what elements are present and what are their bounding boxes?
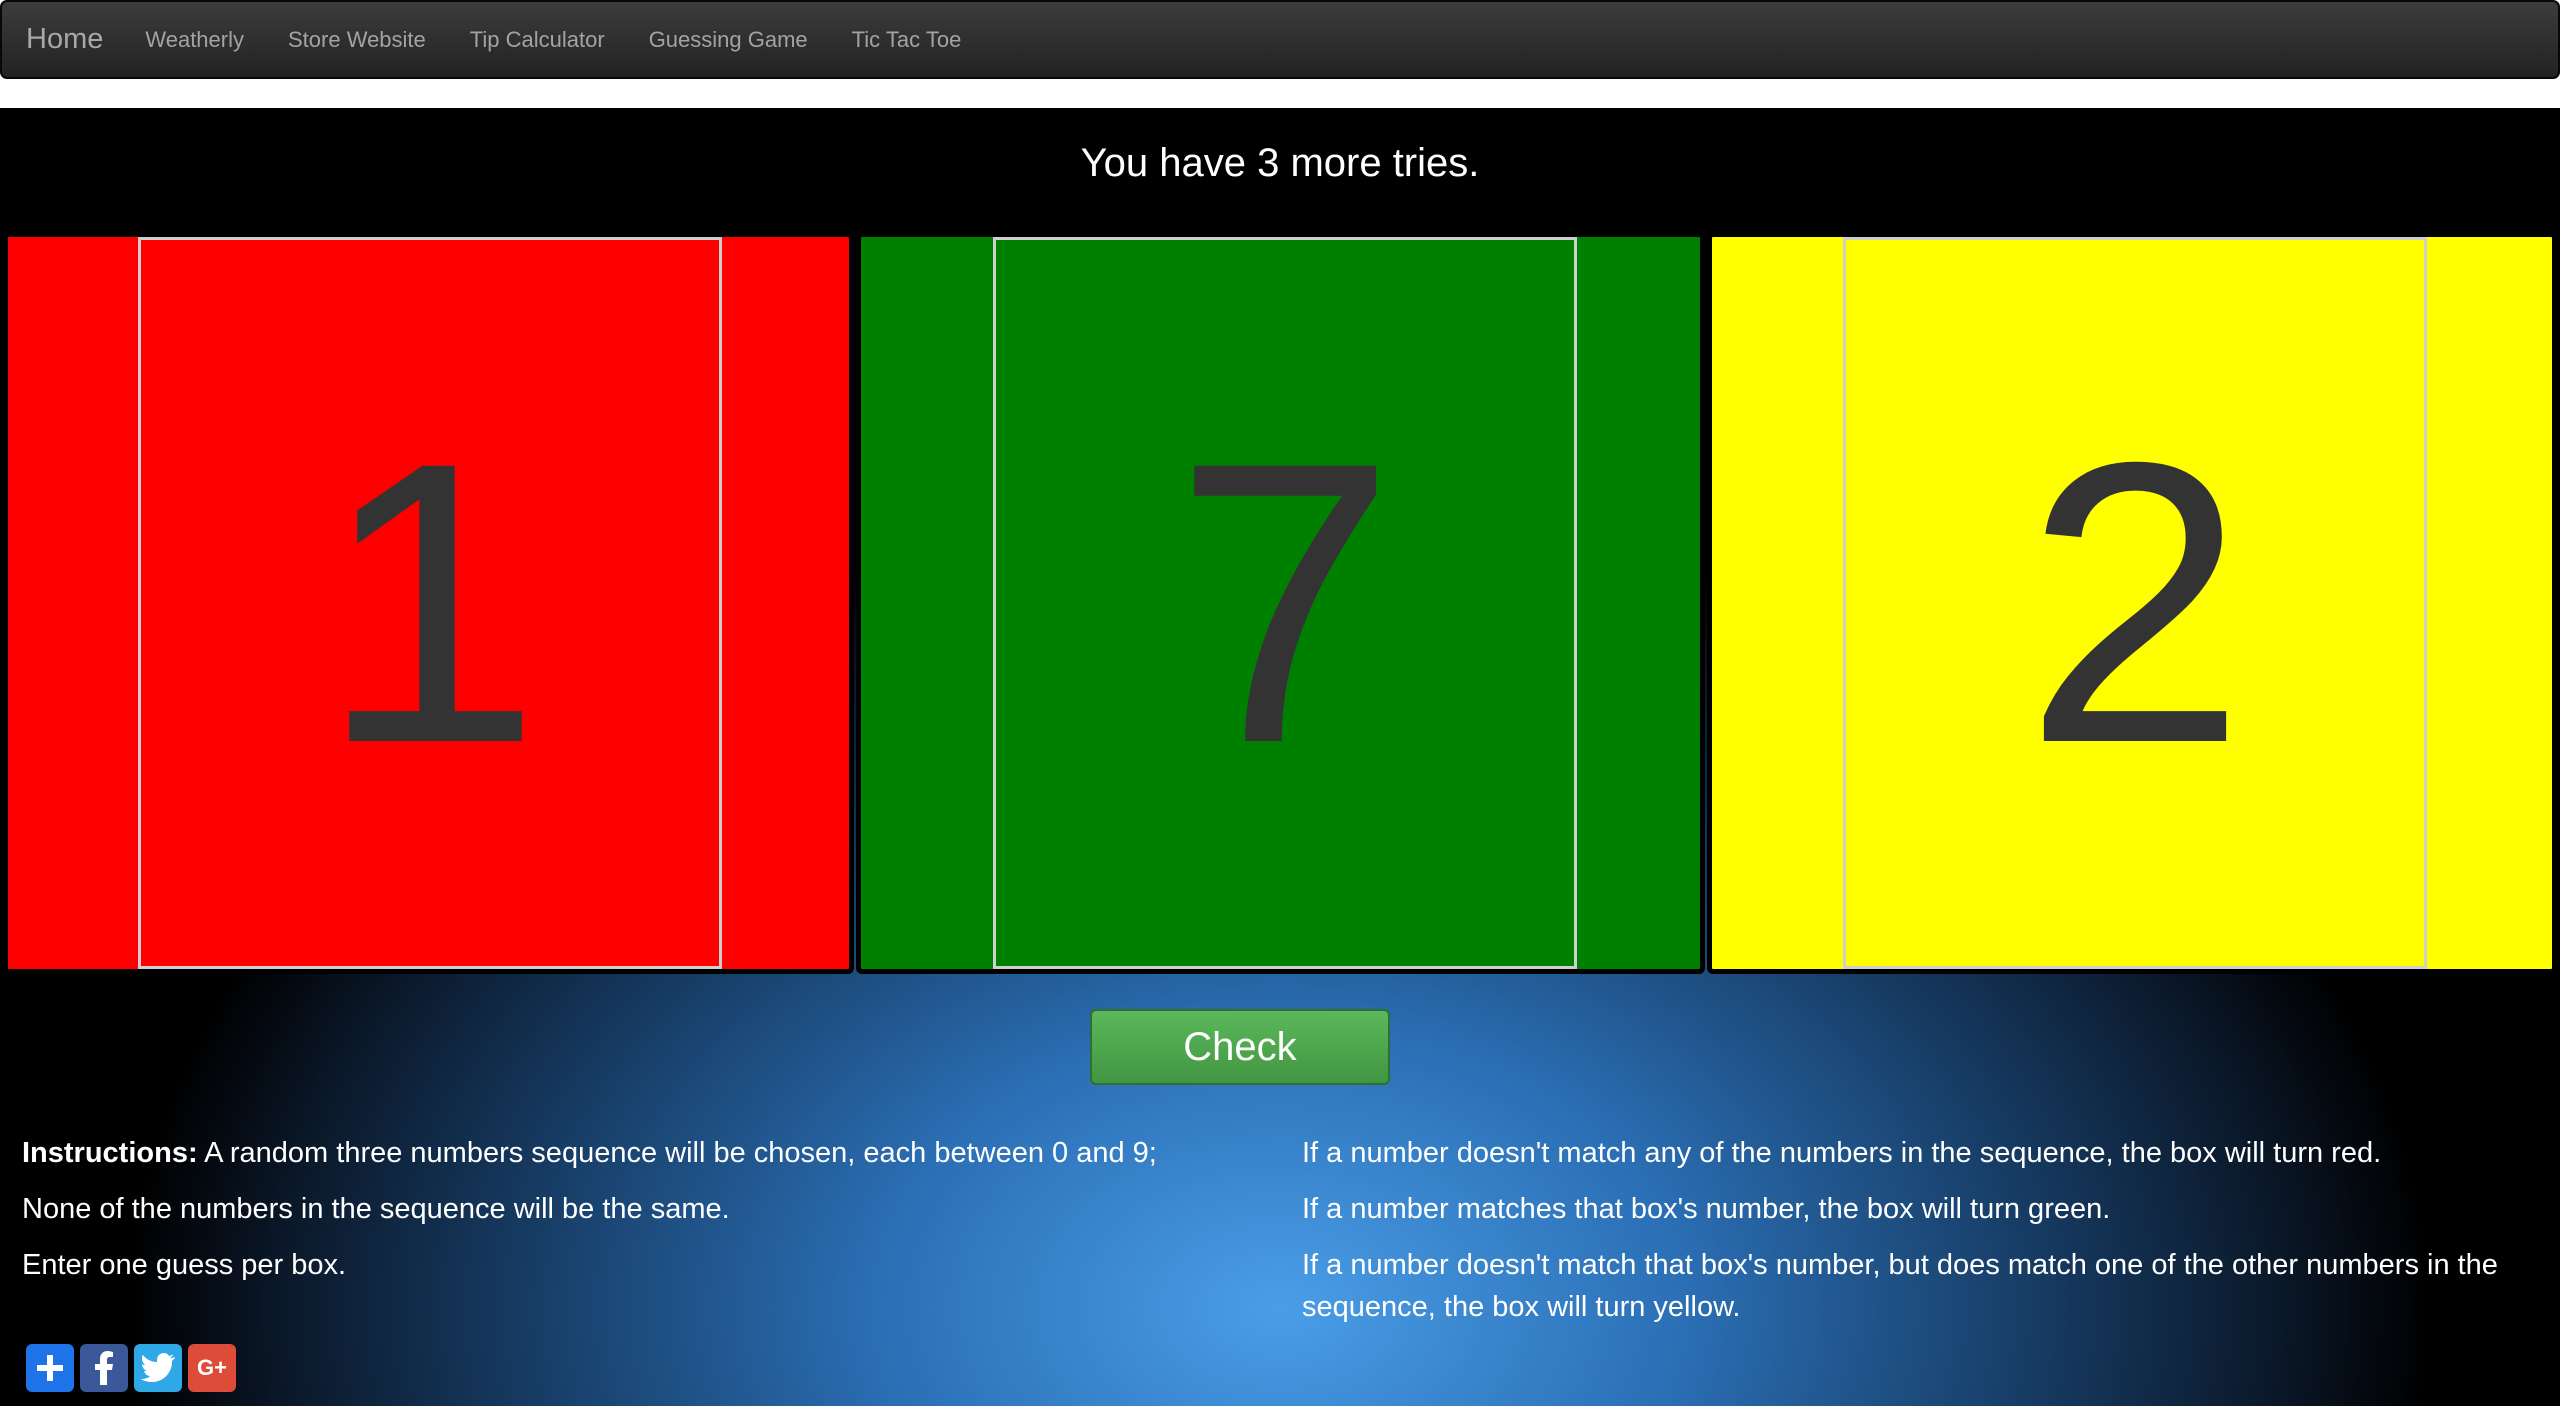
instructions-line-2: None of the numbers in the sequence will…	[22, 1193, 730, 1225]
nav-link-guessing-game[interactable]: Guessing Game	[627, 27, 830, 53]
twitter-icon[interactable]	[134, 1344, 182, 1392]
google-plus-icon[interactable]: G+	[188, 1344, 236, 1392]
instructions-left: Instructions: A random three numbers seq…	[22, 1132, 1242, 1300]
instructions-label: Instructions:	[22, 1137, 198, 1169]
instructions-line-3: Enter one guess per box.	[22, 1249, 347, 1281]
tries-remaining-text: You have 3 more tries.	[1080, 141, 1480, 185]
nav-link-weatherly[interactable]: Weatherly	[123, 27, 266, 53]
addthis-plus-icon[interactable]	[26, 1344, 74, 1392]
nav-link-tip-calculator[interactable]: Tip Calculator	[448, 27, 627, 53]
guess-box-2: 7	[856, 232, 1705, 974]
rule-red: If a number doesn't match any of the num…	[1302, 1137, 2382, 1169]
facebook-icon[interactable]	[80, 1344, 128, 1392]
guess-box-3: 2	[1707, 232, 2557, 974]
guess-input-1[interactable]: 1	[138, 237, 722, 969]
guess-box-1: 1	[3, 232, 854, 974]
rule-yellow: If a number doesn't match that box's num…	[1302, 1249, 2498, 1323]
guess-input-2[interactable]: 7	[993, 237, 1577, 969]
nav-home-link[interactable]: Home	[26, 23, 103, 56]
instructions-line-1: Instructions: A random three numbers seq…	[22, 1137, 1157, 1169]
top-navbar: Home Weatherly Store Website Tip Calcula…	[0, 0, 2560, 79]
instructions-right: If a number doesn't match any of the num…	[1302, 1132, 2542, 1342]
rule-green: If a number matches that box's number, t…	[1302, 1193, 2111, 1225]
nav-link-store-website[interactable]: Store Website	[266, 27, 448, 53]
social-share-bar: G+	[26, 1344, 236, 1392]
game-area: You have 3 more tries. 1 7 2 Check Instr…	[0, 108, 2560, 1406]
guess-input-3[interactable]: 2	[1843, 237, 2427, 969]
check-button[interactable]: Check	[1090, 1009, 1390, 1085]
nav-link-tic-tac-toe[interactable]: Tic Tac Toe	[830, 27, 984, 53]
